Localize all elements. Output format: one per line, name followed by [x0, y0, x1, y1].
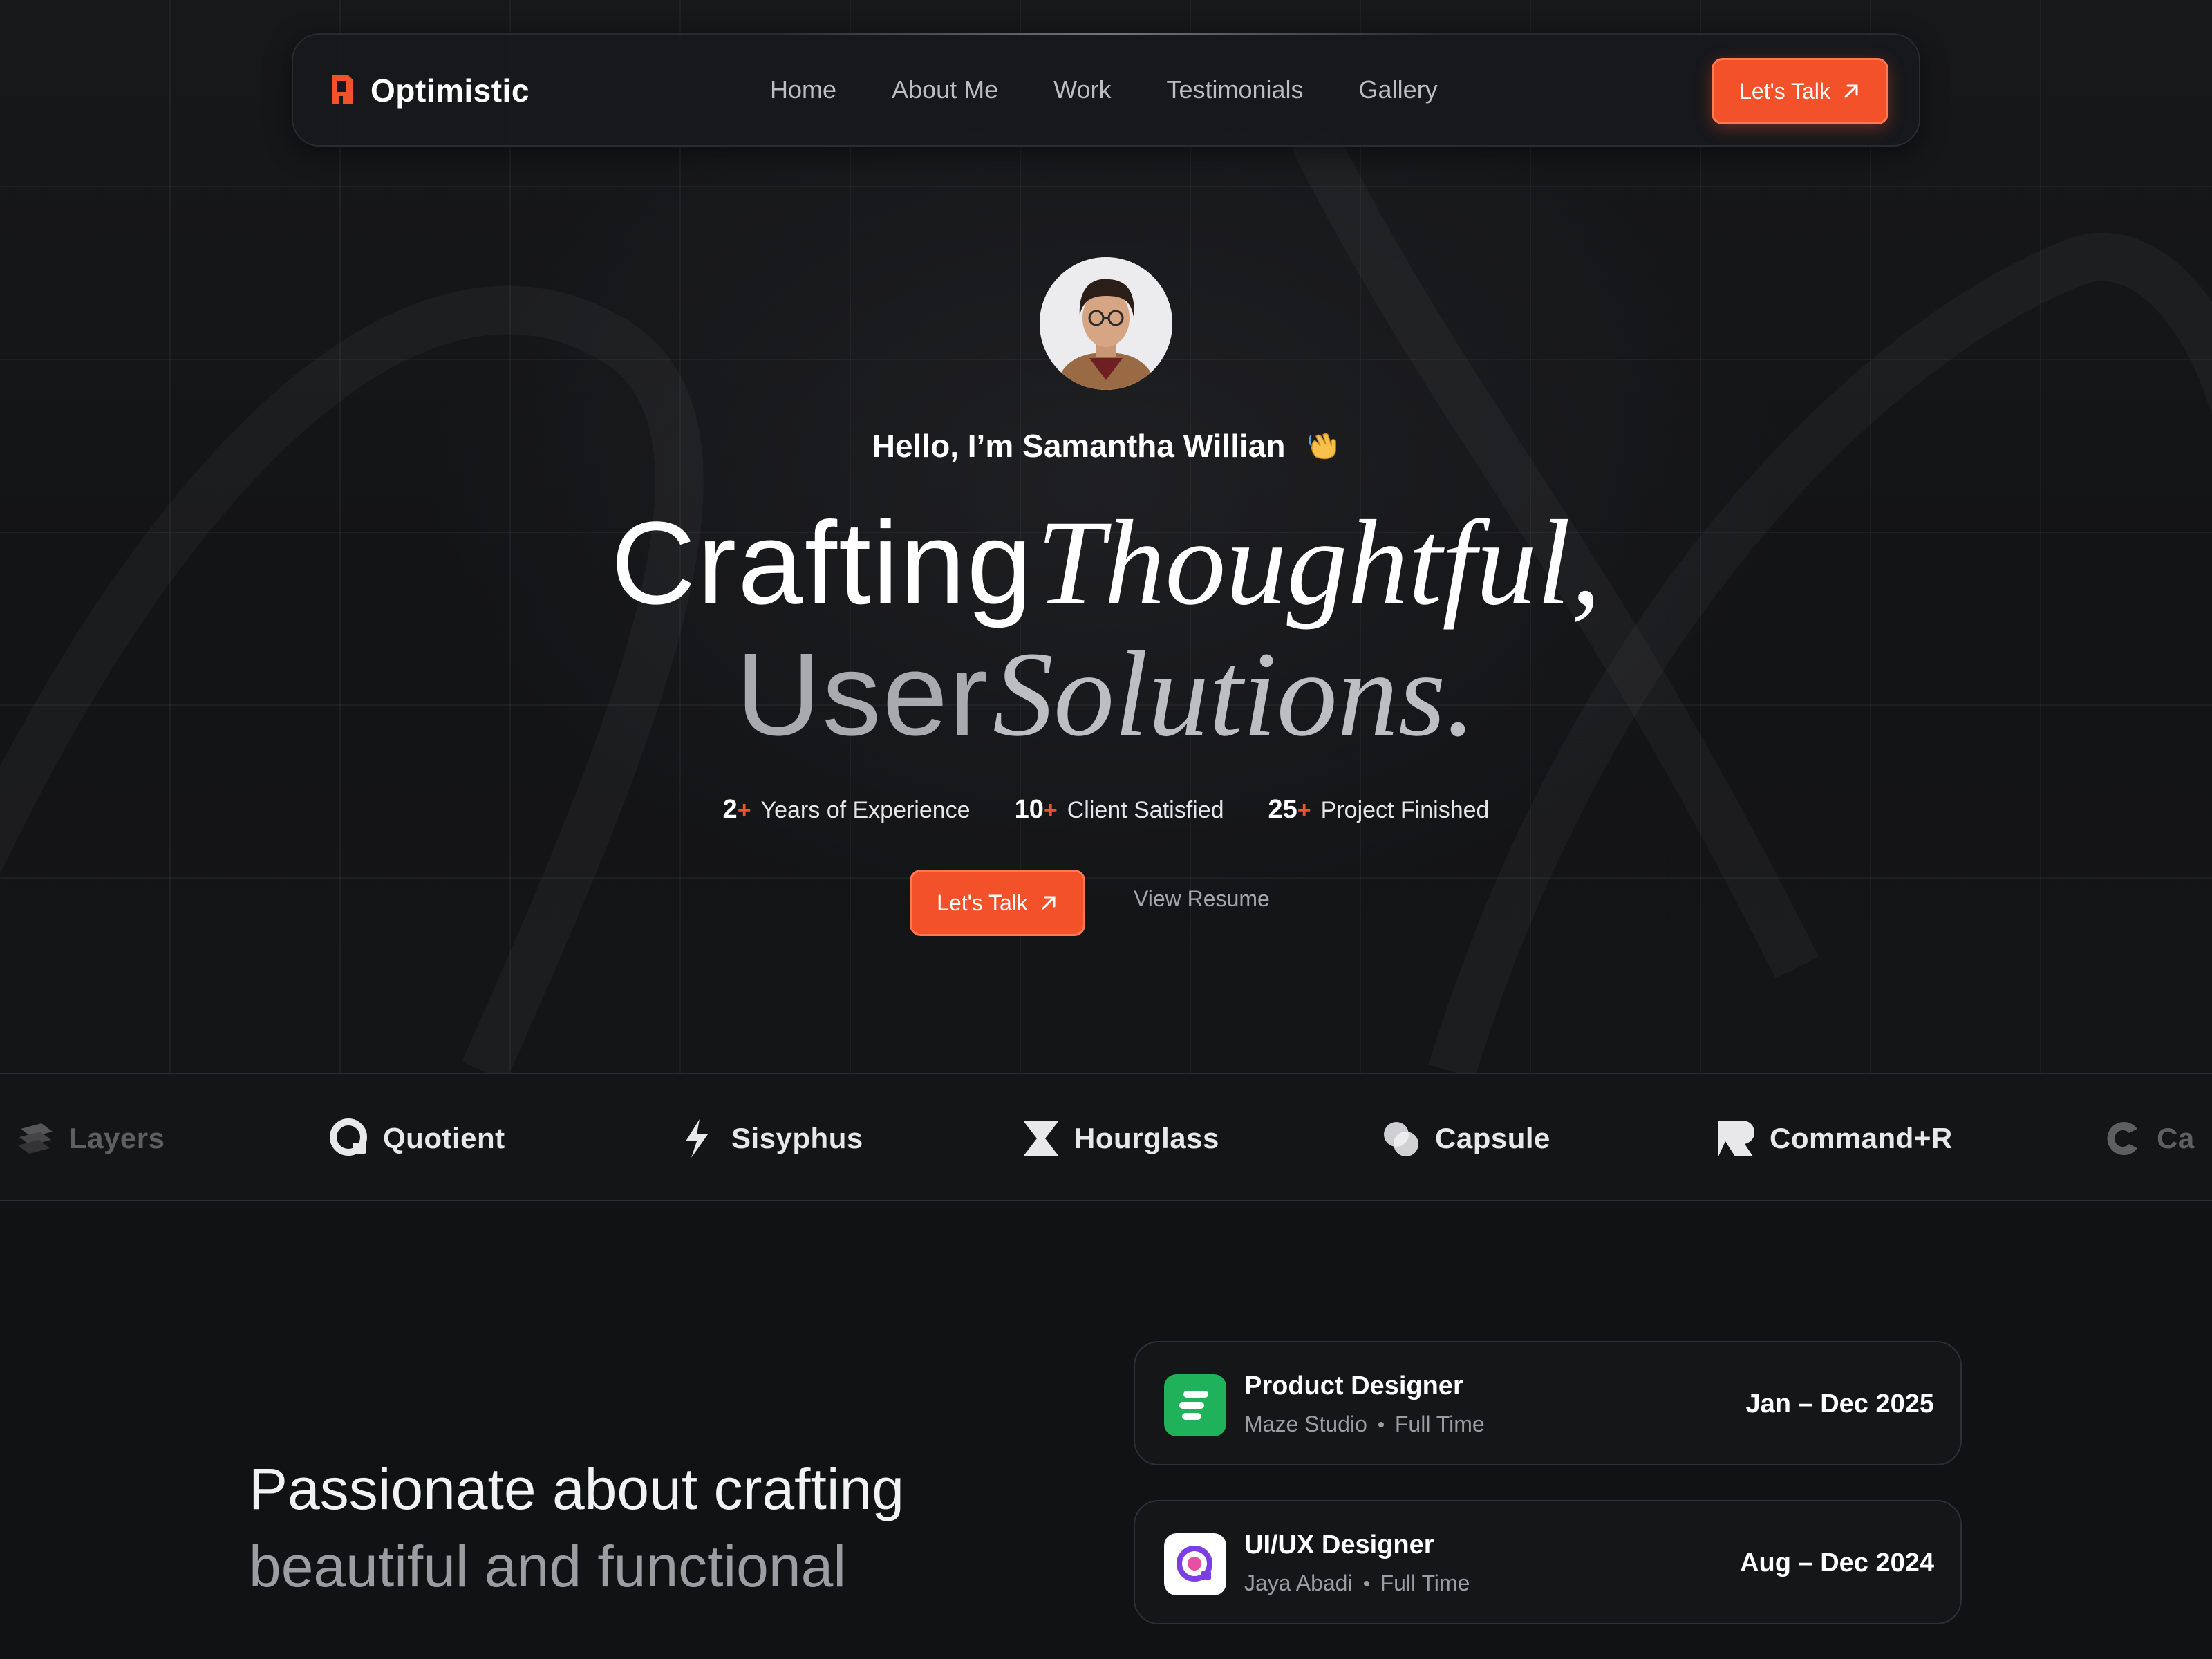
- optimistic-logo-icon: [332, 75, 353, 104]
- view-resume-link[interactable]: View Resume: [1134, 886, 1270, 912]
- headline-line-1: Crafting Thoughtful,: [0, 496, 2212, 630]
- separator-dot: [1363, 1580, 1369, 1586]
- job-dates: Aug – Dec 2024: [1740, 1548, 1934, 1577]
- sisyphus-logo-icon: [686, 1119, 708, 1158]
- ca-logo-icon: [2107, 1122, 2137, 1155]
- logo-layers: Layers: [14, 1114, 165, 1163]
- jaya-abadi-logo-icon: [1164, 1533, 1226, 1595]
- capsule-logo-icon: [1384, 1122, 1418, 1156]
- job-company: Maze Studio: [1244, 1412, 1367, 1436]
- stat-plus: +: [1043, 797, 1058, 823]
- nav-cta-label: Let's Talk: [1739, 78, 1830, 104]
- stat-experience: 2 + Years of Experience: [723, 795, 971, 825]
- headline-word-user: User: [735, 629, 990, 760]
- stat-plus: +: [1297, 797, 1311, 823]
- logo-text: Capsule: [1435, 1122, 1550, 1154]
- brand-logo[interactable]: Optimistic: [328, 69, 529, 112]
- avatar-portrait: [1040, 257, 1172, 390]
- greeting: Hello, I’m Samantha Willian: [0, 427, 2212, 465]
- logo-text: Sisyphus: [731, 1122, 863, 1154]
- about-tagline: Passionate about crafting beautiful and …: [249, 1450, 904, 1605]
- nav-links: Home About Me Work Testimonials Gallery: [770, 35, 1493, 145]
- arrow-up-right-icon: [1042, 896, 1056, 910]
- profile-avatar: [1040, 257, 1172, 390]
- headline-word-solutions: Solutions.: [993, 627, 1477, 762]
- stat-label: Client Satisfied: [1067, 797, 1224, 823]
- hero-headline: Crafting Thoughtful, User Solutions.: [0, 496, 2212, 762]
- stat-label: Years of Experience: [760, 797, 971, 823]
- stat-value: 25: [1268, 795, 1297, 824]
- nav-lets-talk-button[interactable]: Let's Talk: [1712, 58, 1888, 124]
- logo-text: Ca: [2157, 1122, 2195, 1154]
- maze-studio-logo-icon: [1164, 1374, 1226, 1436]
- quotient-logo-icon: [330, 1118, 367, 1156]
- layers-logo-icon: [18, 1123, 53, 1154]
- client-logo-strip: Layers Quotient Sisyphus Hourglass Capsu…: [0, 1073, 2212, 1201]
- command-r-logo-icon: [1718, 1121, 1754, 1156]
- job-company: Jaya Abadi: [1244, 1571, 1353, 1595]
- about-section: Passionate about crafting beautiful and …: [0, 1201, 2212, 1659]
- logo-quotient: Quotient: [328, 1114, 505, 1163]
- logo-hourglass: Hourglass: [1019, 1114, 1219, 1163]
- stat-clients: 10 + Client Satisfied: [1015, 795, 1224, 825]
- logo-command-r: Command+R: [1714, 1114, 1953, 1163]
- separator-dot: [1378, 1421, 1384, 1427]
- hero-lets-talk-button[interactable]: Let's Talk: [910, 870, 1085, 936]
- hourglass-logo-icon: [1023, 1121, 1059, 1156]
- greeting-text: Hello, I’m Samantha Willian: [872, 428, 1286, 464]
- nav-link-about-me[interactable]: About Me: [892, 75, 998, 104]
- waving-hand-icon: [1309, 433, 1336, 460]
- logo-text: Layers: [69, 1122, 165, 1154]
- nav-link-gallery[interactable]: Gallery: [1359, 75, 1438, 104]
- logo-ca-partial: Ca: [2101, 1114, 2195, 1163]
- nav-link-testimonials[interactable]: Testimonials: [1166, 75, 1303, 104]
- top-navigation-bar: Optimistic Home About Me Work Testimonia…: [292, 33, 1920, 147]
- job-type: Full Time: [1394, 1412, 1485, 1436]
- logo-capsule: Capsule: [1380, 1114, 1550, 1163]
- job-title: Product Designer: [1244, 1371, 1463, 1400]
- logo-text: Command+R: [1770, 1122, 1953, 1154]
- stat-projects: 25 + Project Finished: [1268, 795, 1490, 825]
- brand-name: Optimistic: [371, 73, 529, 109]
- stat-value: 2: [722, 795, 738, 824]
- logo-text: Hourglass: [1074, 1122, 1219, 1154]
- stat-label: Project Finished: [1320, 797, 1490, 823]
- tagline-line-2: beautiful and functional: [249, 1534, 846, 1599]
- logo-text: Quotient: [383, 1122, 505, 1154]
- headline-line-2: User Solutions.: [0, 627, 2212, 762]
- job-title: UI/UX Designer: [1244, 1530, 1434, 1559]
- hero-cta-label: Let's Talk: [937, 890, 1028, 915]
- job-type: Full Time: [1380, 1571, 1470, 1595]
- job-meta: Jaya Abadi Full Time: [1244, 1571, 1470, 1596]
- logo-sisyphus: Sisyphus: [676, 1114, 863, 1163]
- arrow-up-right-icon: [1844, 84, 1858, 98]
- headline-word-thoughtful: Thoughtful,: [1036, 496, 1602, 630]
- experience-card-ui-ux-designer[interactable]: UI/UX Designer Jaya Abadi Full Time Aug …: [1134, 1500, 1962, 1624]
- headline-word-crafting: Crafting: [610, 498, 1034, 629]
- job-dates: Jan – Dec 2025: [1745, 1389, 1934, 1418]
- job-meta: Maze Studio Full Time: [1244, 1412, 1485, 1437]
- tagline-line-1: Passionate about crafting: [249, 1456, 904, 1521]
- nav-link-work[interactable]: Work: [1053, 75, 1111, 104]
- hero-stats: 2 + Years of Experience 10 + Client Sati…: [0, 795, 2212, 825]
- nav-link-home[interactable]: Home: [770, 75, 836, 104]
- experience-card-product-designer[interactable]: Product Designer Maze Studio Full Time J…: [1134, 1341, 1962, 1465]
- stat-plus: +: [737, 797, 751, 823]
- stat-value: 10: [1014, 795, 1044, 824]
- hero-section: Optimistic Home About Me Work Testimonia…: [0, 0, 2212, 1073]
